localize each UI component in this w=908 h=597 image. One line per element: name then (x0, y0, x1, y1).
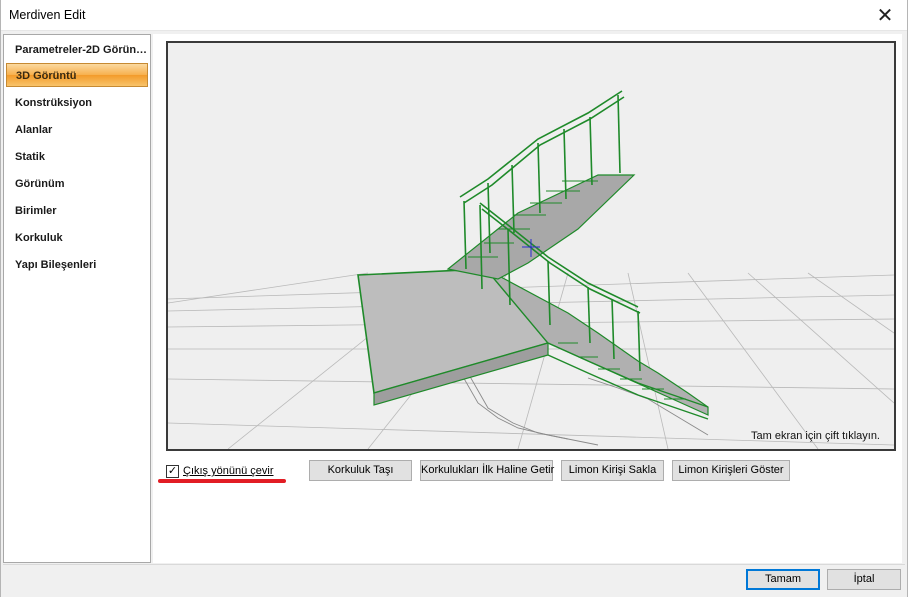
window-title: Merdiven Edit (9, 8, 86, 22)
highlight-underline (158, 479, 286, 483)
cancel-button[interactable]: İptal (827, 569, 901, 590)
sidebar-item-yapi-bilesenleri[interactable]: Yapı Bileşenleri (6, 253, 148, 277)
sidebar: Parametreler-2D Görünüm 3D Görüntü Konst… (3, 34, 151, 563)
3d-viewport[interactable]: Tam ekran için çift tıklayın. (166, 41, 896, 451)
sidebar-item-parametreler[interactable]: Parametreler-2D Görünüm (6, 38, 148, 62)
window-frame-left (0, 0, 1, 597)
ok-button[interactable]: Tamam (746, 569, 820, 590)
sidebar-item-3d-goruntu[interactable]: 3D Görüntü (6, 63, 148, 87)
footer-separator (3, 564, 905, 565)
flip-exit-option[interactable]: ✓ Çıkış yönünü çevir (166, 463, 273, 479)
reset-railings-button[interactable]: Korkulukları İlk Haline Getir (420, 460, 554, 481)
stair-3d-render (168, 90, 894, 449)
flip-exit-label[interactable]: Çıkış yönünü çevir (183, 465, 273, 477)
upper-flight (446, 174, 636, 280)
sidebar-item-konstruksiyon[interactable]: Konstrüksiyon (6, 91, 148, 115)
move-railing-button[interactable]: Korkuluk Taşı (309, 460, 412, 481)
sidebar-item-birimler[interactable]: Birimler (6, 199, 148, 223)
title-bar: Merdiven Edit ✕ (0, 0, 908, 31)
close-icon[interactable]: ✕ (862, 0, 908, 31)
flip-exit-checkbox[interactable]: ✓ (166, 464, 179, 478)
viewport-hint: Tam ekran için çift tıklayın. (751, 430, 880, 442)
show-stringers-button[interactable]: Limon Kirişleri Göster (672, 460, 790, 481)
sidebar-item-statik[interactable]: Statik (6, 145, 148, 169)
sidebar-item-korkuluk[interactable]: Korkuluk (6, 226, 148, 250)
hide-stringer-button[interactable]: Limon Kirişi Sakla (561, 460, 664, 481)
sidebar-item-alanlar[interactable]: Alanlar (6, 118, 148, 142)
sidebar-item-gorunum[interactable]: Görünüm (6, 172, 148, 196)
